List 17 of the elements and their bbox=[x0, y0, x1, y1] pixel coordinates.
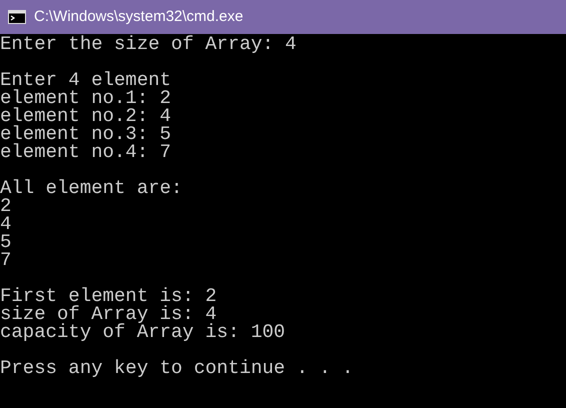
console-line: element no.1: 2 bbox=[0, 89, 172, 107]
window-title: C:\Windows\system32\cmd.exe bbox=[34, 6, 244, 27]
console-line: capacity of Array is: 100 bbox=[0, 323, 286, 341]
console-line: Enter 4 element bbox=[0, 71, 172, 89]
console-line: element no.4: 7 bbox=[0, 143, 172, 161]
console-line: 4 bbox=[0, 215, 12, 233]
console-line: element no.2: 4 bbox=[0, 107, 172, 125]
console-line: All element are: bbox=[0, 179, 182, 197]
console-line: Press any key to continue . . . bbox=[0, 359, 354, 377]
console-app-icon bbox=[8, 10, 26, 24]
console-line: First element is: 2 bbox=[0, 287, 217, 305]
console-line: 5 bbox=[0, 233, 12, 251]
console-line: Enter the size of Array: 4 bbox=[0, 35, 296, 53]
console-line: size of Array is: 4 bbox=[0, 305, 217, 323]
console-line: 7 bbox=[0, 251, 12, 269]
console-line: element no.3: 5 bbox=[0, 125, 172, 143]
console-line: 2 bbox=[0, 197, 12, 215]
